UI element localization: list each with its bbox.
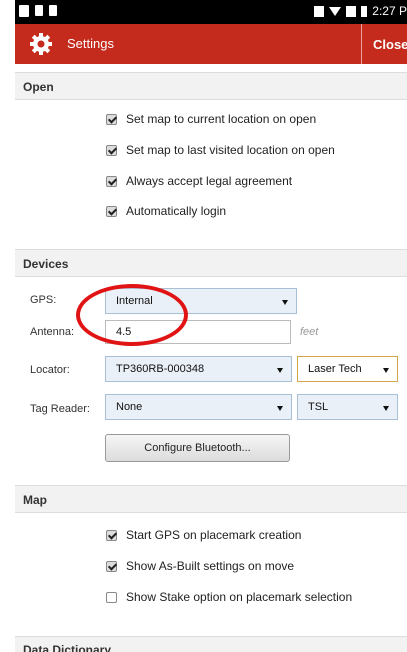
configure-bluetooth-button[interactable]: Configure Bluetooth... xyxy=(105,434,290,462)
section-header-devices: Devices xyxy=(15,249,407,277)
section-header-data-dictionary: Data Dictionary xyxy=(15,636,407,652)
option-label: Set map to current location on open xyxy=(126,112,317,126)
gps-select[interactable]: Internal xyxy=(105,288,297,314)
gps-value: Internal xyxy=(116,295,153,307)
storage-icon xyxy=(35,5,43,16)
page-title: Settings xyxy=(67,36,114,51)
screenshot-icon xyxy=(19,5,29,17)
close-button[interactable]: Close xyxy=(361,24,407,64)
checkbox[interactable] xyxy=(106,113,117,125)
tag-reader-brand-select[interactable]: TSL xyxy=(297,394,398,420)
checkbox[interactable] xyxy=(106,144,117,156)
gear-icon xyxy=(30,33,52,55)
signal-icon xyxy=(346,5,357,17)
option-start-gps[interactable]: Start GPS on placemark creation xyxy=(106,528,301,542)
option-accept-legal[interactable]: Always accept legal agreement xyxy=(106,174,292,188)
option-last-visited-location[interactable]: Set map to last visited location on open xyxy=(106,143,335,157)
locator-label: Locator: xyxy=(30,364,70,376)
checkbox[interactable] xyxy=(106,175,117,187)
section-header-map: Map xyxy=(15,485,407,513)
locator-brand-value: Laser Tech xyxy=(308,363,362,375)
option-label: Show As-Built settings on move xyxy=(126,559,295,573)
location-icon xyxy=(314,5,325,17)
option-label: Show Stake option on placemark selection xyxy=(126,590,353,604)
option-label: Start GPS on placemark creation xyxy=(126,528,302,542)
checkbox[interactable] xyxy=(106,529,117,541)
option-label: Set map to last visited location on open xyxy=(126,143,335,157)
locator-brand-select[interactable]: Laser Tech xyxy=(297,356,398,382)
title-bar: Settings Close xyxy=(15,24,407,64)
status-bar: 2:27 P xyxy=(15,0,407,24)
antenna-input[interactable]: 4.5 xyxy=(105,320,291,344)
battery-icon xyxy=(361,5,368,17)
option-as-built[interactable]: Show As-Built settings on move xyxy=(106,559,294,573)
section-title-devices: Devices xyxy=(23,257,69,271)
option-label: Automatically login xyxy=(126,204,227,218)
tag-reader-value: None xyxy=(116,401,143,413)
status-time: 2:27 P xyxy=(372,4,407,18)
status-icons-left xyxy=(19,5,57,17)
lock-icon xyxy=(49,5,57,16)
checkbox[interactable] xyxy=(106,205,117,217)
tag-reader-brand-value: TSL xyxy=(308,401,329,413)
status-icons-right: 2:27 P xyxy=(314,4,407,18)
locator-value: TP360RB-000348 xyxy=(116,363,205,375)
settings-screen: 2:27 P Settings Close Open Set map to cu… xyxy=(0,0,407,652)
dropdown-arrow-icon xyxy=(277,368,283,373)
dropdown-arrow-icon xyxy=(282,300,288,305)
wifi-icon xyxy=(329,6,342,16)
dropdown-arrow-icon xyxy=(277,406,283,411)
option-auto-login[interactable]: Automatically login xyxy=(106,204,226,218)
tag-reader-select[interactable]: None xyxy=(105,394,292,420)
section-title-open: Open xyxy=(23,80,54,94)
dropdown-arrow-icon xyxy=(383,368,389,373)
checkbox[interactable] xyxy=(106,560,117,572)
antenna-unit: feet xyxy=(300,326,319,338)
gps-label: GPS: xyxy=(30,294,57,306)
section-title-data-dictionary: Data Dictionary xyxy=(23,643,112,652)
option-label: Always accept legal agreement xyxy=(126,174,293,188)
checkbox[interactable] xyxy=(106,591,117,603)
dropdown-arrow-icon xyxy=(383,406,389,411)
section-header-open: Open xyxy=(15,72,407,100)
option-current-location[interactable]: Set map to current location on open xyxy=(106,112,316,126)
antenna-label: Antenna: xyxy=(30,326,75,338)
tag-reader-label: Tag Reader: xyxy=(30,403,90,415)
option-stake[interactable]: Show Stake option on placemark selection xyxy=(106,590,352,604)
locator-select[interactable]: TP360RB-000348 xyxy=(105,356,292,382)
section-title-map: Map xyxy=(23,493,47,507)
